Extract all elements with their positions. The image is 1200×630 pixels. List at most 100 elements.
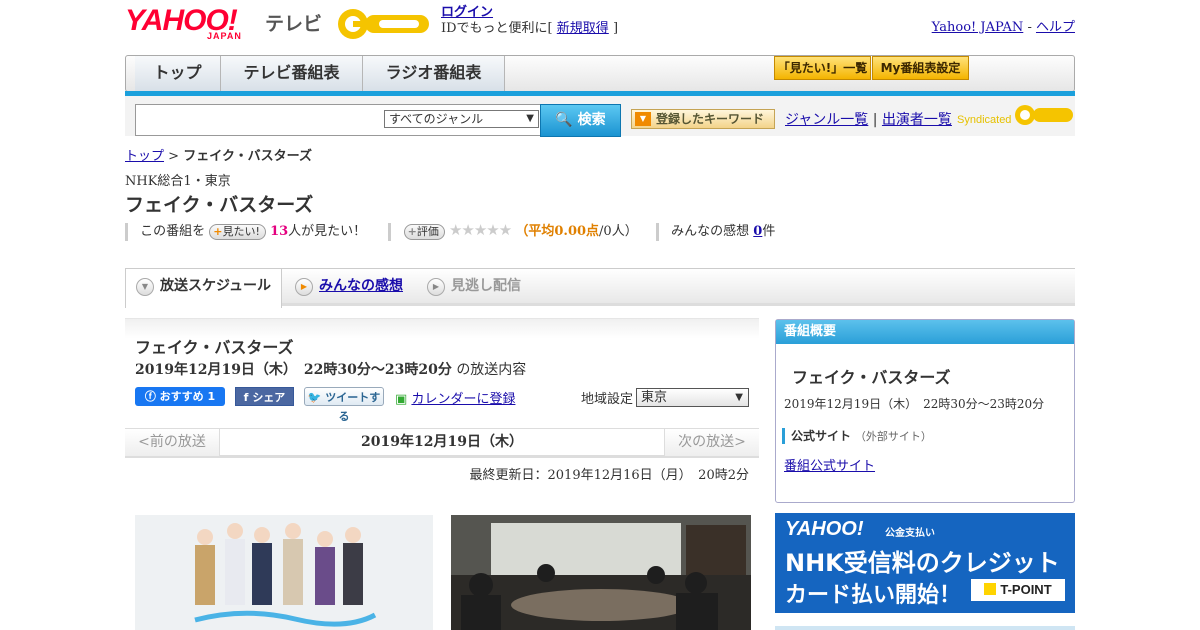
chevron-right-icon: ▶ — [427, 278, 445, 296]
official-site-label: 公式サイト — [791, 429, 852, 443]
channel-label: NHK総合1・東京 — [125, 174, 231, 189]
tweet-button[interactable]: 🐦 ツイートする — [304, 387, 384, 423]
my-schedule-settings-button[interactable]: My番組表設定 — [872, 56, 969, 80]
chevron-right-icon: ▶ — [295, 278, 313, 296]
meeting-scene-photo — [451, 515, 751, 630]
genre-links: ジャンル一覧 | 出演者一覧 — [785, 109, 952, 129]
facebook-f-icon: f — [243, 391, 249, 404]
nhk-payment-ad-banner[interactable]: YAHOO! 公金支払い NHK受信料のクレジット カード払い開始！ T-POI… — [775, 513, 1075, 613]
summary-date: 2019年12月19日（木） 22時30分～23時20分 — [784, 397, 1045, 411]
want-button-label: 見たい! — [222, 224, 260, 238]
genre-list-link[interactable]: ジャンル一覧 — [785, 112, 868, 128]
program-image-cast — [135, 515, 433, 630]
search-bar: すべてのジャンル ▼ 🔍 検索 ▼ 登録したキーワード ジャンル一覧 | 出演者… — [125, 96, 1075, 137]
nav-tab-top[interactable]: トップ — [135, 56, 221, 91]
calendar-register-link[interactable]: カレンダーに登録 — [411, 392, 515, 407]
summary-header: 番組概要 — [776, 320, 1074, 344]
page-title: フェイク・バスターズ — [125, 194, 314, 216]
login-link[interactable]: ログイン — [441, 5, 493, 20]
breadcrumb-current: フェイク・バスターズ — [183, 149, 313, 164]
current-broadcast-date: 2019年12月19日（木） — [361, 434, 523, 450]
gguide-logo — [338, 9, 429, 39]
divider — [388, 222, 392, 241]
help-link[interactable]: ヘルプ — [1036, 20, 1075, 35]
id-prefix: IDでもっと便利に[ — [441, 21, 553, 36]
breadcrumb-separator: > — [168, 149, 180, 164]
official-site-heading: 公式サイト （外部サイト） — [782, 428, 932, 444]
want-prefix: この番組を — [140, 224, 206, 239]
calendar-register: ▣ カレンダーに登録 — [395, 388, 515, 407]
impressions-count-link[interactable]: 0 — [753, 224, 762, 239]
yahoo-logo-sub: JAPAN — [207, 31, 242, 41]
ad-brand: YAHOO! — [785, 518, 864, 540]
yahoo-tv-logo[interactable]: YAHOO! JAPAN テレビ — [125, 6, 322, 42]
rating-count: /0人） — [599, 224, 638, 239]
search-icon: 🔍 — [555, 112, 573, 128]
next-panel-top — [775, 626, 1075, 630]
tab-label: 見逃し配信 — [451, 278, 521, 294]
cast-illustration — [135, 515, 433, 630]
yahoo-japan-link[interactable]: Yahoo! JAPAN — [932, 20, 1024, 35]
dropdown-triangle-icon: ▼ — [635, 112, 651, 126]
rate-button[interactable]: +評価 — [403, 223, 445, 240]
nav-tab-radio-schedule[interactable]: ラジオ番組表 — [363, 56, 505, 91]
chevron-down-icon: ▼ — [526, 113, 534, 124]
genre-select-value: すべてのジャンル — [389, 112, 484, 126]
id-suffix: ] — [612, 21, 619, 36]
rating-average: 平均0.00点 — [528, 224, 600, 239]
facebook-icon: ⓕ — [144, 390, 156, 403]
program-summary-panel: 番組概要 フェイク・バスターズ 2019年12月19日（木） 22時30分～23… — [775, 319, 1075, 503]
tab-broadcast-schedule[interactable]: ▼ 放送スケジュール — [125, 269, 282, 308]
link-divider: | — [872, 112, 878, 128]
nav-tab-tv-schedule[interactable]: テレビ番組表 — [221, 56, 363, 91]
service-name: テレビ — [265, 13, 323, 35]
tab-label: 放送スケジュール — [160, 278, 272, 294]
region-label: 地域設定 — [581, 392, 634, 407]
breadcrumb-home[interactable]: トップ — [125, 149, 164, 164]
performer-list-link[interactable]: 出演者一覧 — [882, 112, 952, 128]
broadcast-info: フェイク・バスターズ 2019年12月19日（木） 22時30分～23時20分 … — [125, 318, 759, 423]
impressions-label: みんなの感想 — [671, 224, 750, 239]
search-button[interactable]: 🔍 検索 — [540, 104, 621, 137]
broadcast-datetime: 2019年12月19日（木） 22時30分～23時20分 — [135, 362, 452, 378]
want-button[interactable]: +見たい! — [209, 223, 266, 240]
gguide-small-logo — [1015, 105, 1073, 125]
plus-icon: + — [407, 224, 417, 238]
rating-open: （ — [515, 224, 529, 239]
search-button-label: 検索 — [577, 112, 606, 128]
signup-link[interactable]: 新規取得 — [557, 21, 609, 36]
official-site-link[interactable]: 番組公式サイト — [784, 455, 875, 474]
want-suffix: 人が見たい！ — [288, 224, 367, 239]
broadcast-pager: <前の放送 2019年12月19日（木） 次の放送> — [125, 428, 759, 458]
genre-select[interactable]: すべてのジャンル ▼ — [384, 110, 539, 128]
external-site-note: （外部サイト） — [854, 430, 932, 443]
registered-keywords-label: 登録したキーワード — [656, 112, 765, 126]
last-updated: 最終更新日：2019年12月16日（月） 20時2分 — [469, 468, 749, 483]
plus-icon: + — [213, 224, 223, 238]
tweet-label: ツイートする — [325, 391, 381, 423]
facebook-like-label: おすすめ 1 — [159, 390, 216, 403]
region-select[interactable]: 東京 ▼ — [636, 388, 749, 407]
want-count: 13 — [270, 224, 289, 239]
rate-button-label: 評価 — [416, 224, 439, 238]
breadcrumb: トップ > フェイク・バスターズ — [125, 145, 312, 164]
next-broadcast-button[interactable]: 次の放送> — [664, 429, 759, 456]
registered-keywords-button[interactable]: ▼ 登録したキーワード — [631, 109, 775, 129]
tpoint-badge: T-POINT — [971, 579, 1065, 601]
want-list-button[interactable]: 「見たい!」一覧 — [774, 56, 871, 80]
tpoint-icon — [984, 583, 997, 595]
previous-broadcast-button[interactable]: <前の放送 — [125, 429, 220, 456]
facebook-share-button[interactable]: f シェア — [235, 387, 294, 406]
facebook-like-button[interactable]: ⓕ おすすめ 1 — [135, 387, 225, 406]
twitter-bird-icon: 🐦 — [307, 391, 322, 404]
broadcast-title: フェイク・バスターズ — [135, 338, 294, 357]
tpoint-label: T-POINT — [1000, 582, 1052, 597]
rating-stars: ★★★★★ — [448, 221, 512, 239]
main-nav: トップ テレビ番組表 ラジオ番組表 「見たい!」一覧 My番組表設定 — [125, 55, 1075, 92]
chevron-down-icon: ▼ — [735, 392, 743, 403]
region-select-value: 東京 — [641, 390, 668, 405]
tab-impressions[interactable]: ▶ みんなの感想 — [285, 269, 425, 306]
content-tabs: ▼ 放送スケジュール ▶ みんなの感想 ▶ 見逃し配信 — [125, 268, 1075, 308]
impressions-unit: 件 — [762, 224, 776, 239]
ad-headline-1: NHK受信料のクレジット — [785, 549, 1060, 577]
